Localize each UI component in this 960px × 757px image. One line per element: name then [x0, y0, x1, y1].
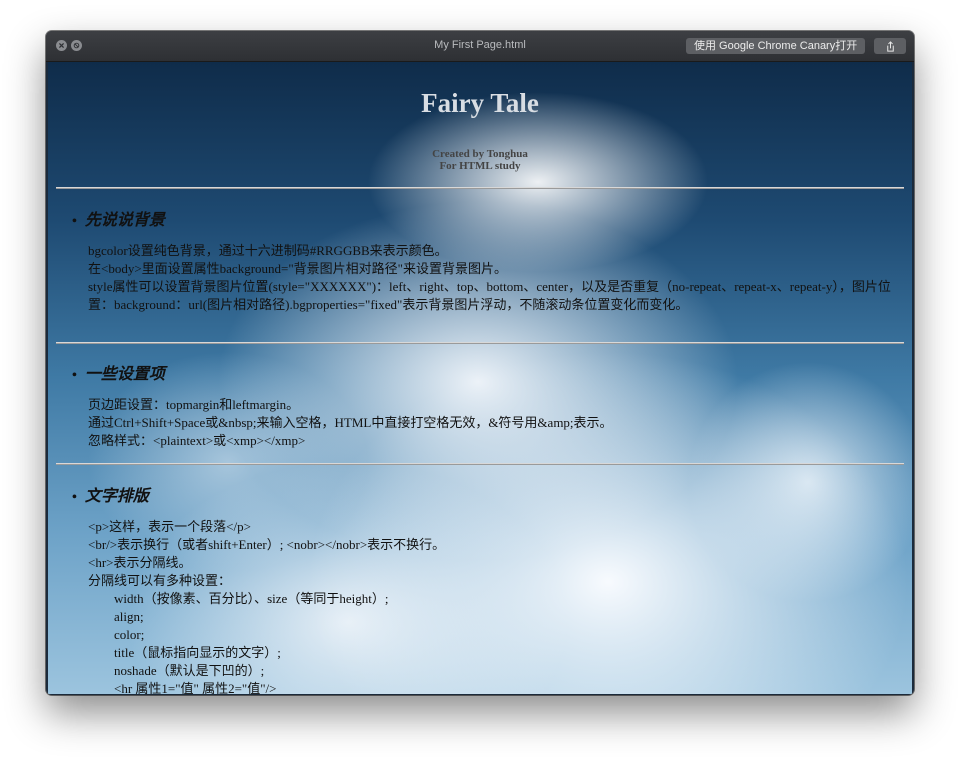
text-line: title（鼠标指向显示的文字）; — [114, 645, 281, 660]
text-line: color; — [114, 627, 145, 642]
page-subtitle: Created by Tonghua For HTML study — [48, 148, 912, 172]
page-viewport: Fairy Tale Created by Tonghua For HTML s… — [48, 62, 912, 694]
text-line: <p>这样，表示一个段落</p> — [88, 519, 251, 534]
text-line: 忽略样式：<plaintext>或<xmp></xmp> — [88, 433, 306, 448]
open-in-chrome-canary-button[interactable]: 使用 Google Chrome Canary打开 — [686, 38, 866, 54]
section-body: <p>这样，表示一个段落</p> <br/>表示换行（或者shift+Enter… — [88, 518, 898, 694]
section-heading: 先说说背景 — [72, 206, 165, 230]
text-line: bgcolor设置纯色背景，通过十六进制码#RRGGBB来表示颜色。 — [88, 243, 448, 258]
horizontal-rule — [56, 463, 904, 465]
text-line: 在<body>里面设置属性background="背景图片相对路径"来设置背景图… — [88, 261, 507, 276]
text-line: width（按像素、百分比）、size（等同于height）; — [114, 591, 389, 606]
text-line: 通过Ctrl+Shift+Space或&nbsp;来输入空格，HTML中直接打空… — [88, 415, 613, 430]
browser-window: My First Page.html 使用 Google Chrome Cana… — [46, 31, 914, 695]
page-title: Fairy Tale — [421, 88, 539, 118]
share-button[interactable] — [874, 38, 906, 54]
horizontal-rule — [56, 187, 904, 189]
section-heading: 文字排版 — [72, 482, 149, 506]
text-line: 分隔线可以有多种设置： — [88, 573, 232, 588]
text-line: <br/>表示换行（或者shift+Enter）; <nobr></nobr>表… — [88, 537, 446, 552]
section-body: bgcolor设置纯色背景，通过十六进制码#RRGGBB来表示颜色。 在<bod… — [88, 242, 898, 314]
text-line: <hr>表示分隔线。 — [88, 555, 192, 570]
text-line: noshade（默认是下凹的）; — [114, 663, 265, 678]
text-line: align; — [114, 609, 144, 624]
text-line: <hr 属性1="值" 属性2="值"/> — [114, 681, 277, 694]
share-icon — [886, 40, 894, 52]
text-line: 页边距设置：topmargin和leftmargin。 — [88, 397, 300, 412]
section-heading: 一些设置项 — [72, 360, 165, 384]
text-line: style属性可以设置背景图片位置(style="XXXXXX")：left、r… — [88, 279, 891, 312]
section-body: 页边距设置：topmargin和leftmargin。 通过Ctrl+Shift… — [88, 396, 898, 450]
horizontal-rule — [56, 342, 904, 344]
subtitle-line-1: Created by Tonghua — [432, 148, 528, 160]
subtitle-line-2: For HTML study — [439, 160, 521, 172]
title-bar: My First Page.html 使用 Google Chrome Cana… — [46, 31, 914, 62]
